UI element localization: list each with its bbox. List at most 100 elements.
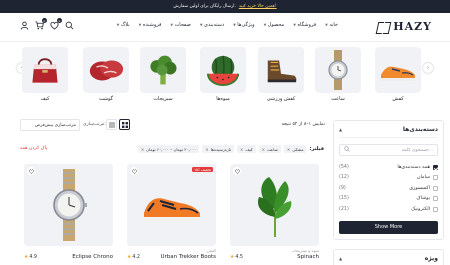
active-filters: فیلتر: مشکی × ساعت × کیف × تازه‌رسیده‌ها × ۲…	[54, 144, 324, 154]
search-placeholder: جستجوی کلمه...	[401, 147, 433, 153]
filter-label: پوشاک	[416, 196, 430, 202]
nav-label: ویژگی‌ها	[237, 22, 255, 28]
close-icon[interactable]: ×	[240, 147, 243, 152]
category-label: میوه‌ها	[216, 96, 230, 102]
view-toggle	[106, 119, 130, 130]
clear-all-filters-link[interactable]: پاک کردن همه	[20, 146, 47, 151]
filter-count: (54)	[339, 164, 349, 170]
filter-chip[interactable]: ۲۰,۰۰۰ تومان – ۶۰,۰۰۰ تومان ×	[137, 145, 200, 153]
category-label: کفش ورزشی	[266, 96, 296, 102]
filter-chip[interactable]: تازه‌رسیده‌ها ×	[202, 145, 234, 153]
spinach-illustration	[257, 177, 291, 237]
product-image[interactable]	[230, 164, 319, 246]
heart-icon[interactable]	[27, 167, 35, 175]
category-filter-item[interactable]: همه دسته‌بندی‌ها (54)	[339, 162, 438, 173]
featured-panel: ▲ ویژه	[333, 249, 444, 265]
category-card-watch[interactable]: ساعت	[315, 47, 361, 102]
promo-bar: ارسال رایگان برای اولین سفارش. همین حالا…	[0, 0, 450, 13]
product-name[interactable]: Urban Trekker Boots	[160, 254, 216, 260]
chevron-down-icon: ▼	[138, 23, 142, 27]
chip-label: کیف	[245, 146, 253, 152]
category-card-bag[interactable]: کیف	[22, 47, 68, 102]
checkbox[interactable]	[433, 196, 438, 202]
close-icon[interactable]: ×	[262, 147, 265, 152]
results-toolbar: مرتب‌سازی پیش‌فرض مرتب‌سازی: نمایش ۱–۸ ا…	[20, 119, 325, 134]
promo-text: ارسال رایگان برای اولین سفارش.	[173, 4, 236, 9]
filter-label: الکترونیک	[411, 206, 430, 212]
heart-icon[interactable]	[130, 167, 138, 175]
category-label: ساعت	[331, 96, 345, 102]
heart-icon[interactable]: 0	[50, 18, 62, 30]
nav-item-features[interactable]: ویژگی‌ها ▼	[233, 22, 254, 28]
show-more-button[interactable]: Show More	[339, 220, 438, 234]
category-card-shoes[interactable]: کفش	[375, 47, 421, 102]
filter-count: (9)	[339, 185, 346, 191]
categories-panel-header[interactable]: ▲ دسته‌بندی‌ها	[339, 126, 438, 138]
nav-item-vendor[interactable]: فروشنده ▼	[139, 22, 162, 28]
product-card[interactable]: میوه و سبزیجات ★ 4.5 Spinach	[230, 164, 319, 260]
category-filter-item[interactable]: اکسسوری (9)	[339, 183, 438, 194]
product-category: میوه و سبزیجات	[291, 248, 319, 253]
featured-panel-header[interactable]: ▲ ویژه	[339, 255, 438, 265]
nav-item-home[interactable]: خانه ▼	[325, 22, 338, 28]
nav-label: فروشگاه	[297, 22, 317, 28]
product-category	[24, 248, 113, 253]
category-label: سبزیجات	[153, 96, 173, 102]
heart-icon[interactable]	[233, 167, 241, 175]
sort-select[interactable]: مرتب‌سازی پیش‌فرض	[20, 119, 80, 131]
sort-label: مرتب‌سازی:	[83, 122, 106, 127]
search-icon[interactable]	[65, 21, 74, 30]
user-icon[interactable]	[20, 21, 29, 30]
close-icon[interactable]: ×	[205, 147, 208, 152]
close-icon[interactable]: ×	[287, 147, 290, 152]
cart-icon[interactable]: 0	[35, 18, 47, 30]
product-name[interactable]: Spinach	[297, 254, 319, 260]
brand-logo[interactable]: HAZY	[377, 20, 432, 33]
category-card-vegetables[interactable]: سبزیجات	[140, 47, 186, 102]
category-filter-item[interactable]: الکترونیک (21)	[339, 204, 438, 215]
nav-item-product[interactable]: محصول ▼	[264, 22, 285, 28]
chevron-down-icon: ▼	[170, 23, 174, 27]
carousel-next-button[interactable]: ›	[423, 63, 433, 73]
list-view-button[interactable]	[106, 119, 117, 130]
close-icon[interactable]: ×	[141, 147, 144, 152]
filter-chip[interactable]: ساعت ×	[258, 145, 281, 153]
product-card[interactable]: ۱۵٪ تخفیف کفش ★ 4.2 Urban Trekker Boots	[127, 164, 216, 260]
results-count: نمایش ۱–۸ از ۵۲ نتیجه	[281, 122, 325, 127]
nav-item-blog[interactable]: بلاگ ▼	[117, 22, 130, 28]
checkbox-checked[interactable]	[433, 164, 438, 170]
chip-label: ساعت	[266, 146, 278, 152]
category-card-fruits[interactable]: میوه‌ها	[200, 47, 246, 102]
category-card-meat[interactable]: گوشت	[83, 47, 129, 102]
product-name[interactable]: Eclipse Chrono	[72, 254, 113, 260]
chevron-down-icon: ▼	[116, 23, 120, 27]
category-search-input[interactable]: جستجوی کلمه...	[339, 144, 438, 156]
star-icon: ★	[230, 254, 235, 260]
nav-label: خانه	[329, 22, 338, 28]
list-icon	[108, 122, 115, 127]
filter-chip[interactable]: کیف ×	[236, 145, 256, 153]
product-image[interactable]	[24, 164, 113, 246]
category-card-sport-shoes[interactable]: کفش ورزشی	[258, 47, 304, 102]
grid-view-button[interactable]	[119, 119, 130, 130]
nav-item-shop[interactable]: فروشگاه ▼	[293, 22, 316, 28]
chevron-down-icon: ▼	[293, 23, 296, 27]
nav-item-category[interactable]: دسته‌بندی ▼	[200, 22, 224, 28]
categories-panel: ▲ دسته‌بندی‌ها جستجوی کلمه... همه دسته‌ب…	[333, 120, 444, 240]
filter-chip[interactable]: مشکی ×	[283, 145, 307, 153]
category-filter-item[interactable]: پوشاک (15)	[339, 194, 438, 205]
star-icon: ★	[24, 254, 29, 260]
grid-icon	[121, 121, 128, 128]
nav-label: بلاگ	[120, 22, 130, 28]
product-image[interactable]: ۱۵٪ تخفیف	[127, 164, 216, 246]
nav-item-pages[interactable]: صفحات ▼	[170, 22, 190, 28]
header-actions: 0 0	[20, 18, 74, 30]
chip-label: ۲۰,۰۰۰ تومان – ۶۰,۰۰۰ تومان	[146, 146, 197, 152]
checkbox[interactable]	[433, 185, 438, 191]
checkbox[interactable]	[433, 206, 438, 212]
product-card[interactable]: ★ 4.9 Eclipse Chrono	[24, 164, 113, 260]
promo-link[interactable]: همین حالا خرید کنید!	[239, 4, 277, 9]
filter-label: اکسسوری	[409, 185, 430, 191]
category-filter-item[interactable]: سامان (12)	[339, 173, 438, 184]
checkbox[interactable]	[433, 175, 438, 181]
